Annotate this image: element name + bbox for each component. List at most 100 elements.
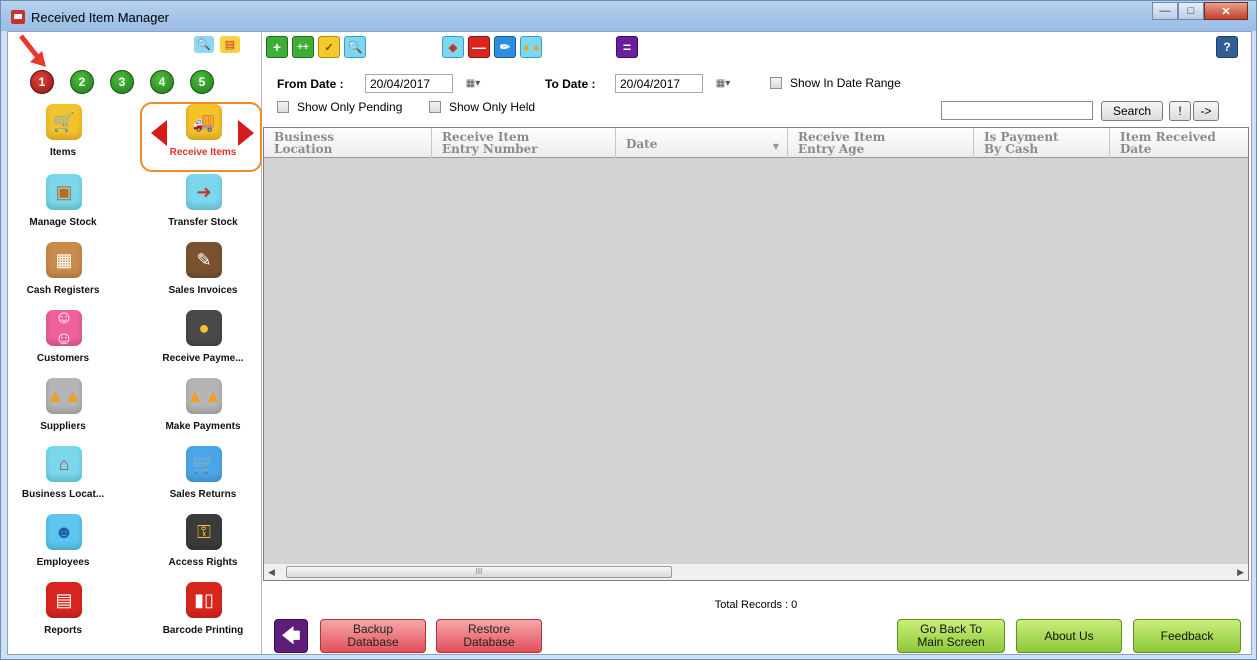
go-back-main-button[interactable]: Go Back To Main Screen [897, 619, 1005, 653]
search-input[interactable] [941, 101, 1093, 120]
minimize-button[interactable]: — [1152, 2, 1178, 20]
nav-make-payments[interactable]: ▲▲ Make Payments [148, 378, 258, 442]
nav-label: Items [49, 147, 77, 158]
nav-cash-registers[interactable]: ▦ Cash Registers [8, 242, 118, 306]
delete-icon[interactable]: — [468, 36, 490, 58]
nav-suppliers[interactable]: ▲▲ Suppliers [8, 378, 118, 442]
horizontal-scrollbar[interactable]: ◀ III ▶ [264, 563, 1248, 580]
page-5-button[interactable]: 5 [190, 70, 214, 94]
truck-icon: 🚚 [186, 104, 222, 140]
show-held-label: Show Only Held [449, 100, 536, 114]
eraser-icon[interactable]: ✏ [494, 36, 516, 58]
about-us-button[interactable]: About Us [1016, 619, 1122, 653]
exclamation-button[interactable]: ! [1169, 101, 1191, 121]
show-pending-checkbox[interactable] [277, 101, 289, 113]
col-business-location[interactable]: Business Location [264, 128, 432, 158]
scroll-left-icon[interactable]: ◀ [268, 567, 275, 578]
nav-label: Make Payments [165, 421, 241, 432]
scroll-right-icon[interactable]: ▶ [1237, 567, 1244, 578]
nav-access-rights[interactable]: ⚿ Access Rights [148, 514, 258, 578]
col-payment-by-cash[interactable]: Is Payment By Cash [974, 128, 1110, 158]
total-records: Total Records : 0 [714, 599, 798, 611]
shopping-cart-icon: 🛒 [46, 104, 82, 140]
nav-sales-returns[interactable]: 🛒 Sales Returns [148, 446, 258, 510]
feedback-button[interactable]: Feedback [1133, 619, 1241, 653]
records-grid[interactable]: Business Location Receive Item Entry Num… [263, 127, 1249, 581]
barcode-icon: ▮▯ [186, 582, 222, 618]
page-4-button[interactable]: 4 [150, 70, 174, 94]
page-1-button[interactable]: 1 [30, 70, 54, 94]
red-arrow-icon [19, 34, 46, 67]
nav-label: Business Locat... [21, 489, 105, 500]
transfer-stock-icon: ➜ [186, 174, 222, 210]
nav-items[interactable]: 🛒 Items [8, 104, 118, 168]
col-date-label: Date [626, 137, 658, 151]
restore-database-button[interactable]: Restore Database [436, 619, 542, 653]
help-icon[interactable]: ? [1216, 36, 1238, 58]
backup-database-button[interactable]: Backup Database [320, 619, 426, 653]
nav-label: Reports [44, 625, 82, 636]
nav-label: Barcode Printing [162, 625, 244, 636]
nav-label: Suppliers [40, 421, 86, 432]
nav-manage-stock[interactable]: ▣ Manage Stock [8, 174, 118, 238]
toolbar: + ++ ✓ 🔍 ◆ — ✏ ▲▲ = ? [266, 36, 1246, 60]
nav-barcode-printing[interactable]: ▮▯ Barcode Printing [148, 582, 258, 646]
equals-icon[interactable]: = [616, 36, 638, 58]
car-icon[interactable]: ◆ [442, 36, 464, 58]
nav-customers[interactable]: ☺☺ Customers [8, 307, 118, 374]
to-calendar-icon[interactable]: ▦▾ [709, 74, 737, 93]
shop-icon: ⌂ [46, 446, 82, 482]
edit-check-icon[interactable]: ✓ [318, 36, 340, 58]
options-row: Show Only Pending Show Only Held Search … [277, 98, 1247, 122]
nav-reports[interactable]: ▤ Reports [8, 582, 118, 646]
nav-transfer-stock[interactable]: ➜ Transfer Stock [148, 174, 258, 238]
lock-key-icon: ⚿ [186, 514, 222, 550]
page-3-button[interactable]: 3 [110, 70, 134, 94]
nav-label: Customers [36, 353, 90, 364]
show-in-date-range-checkbox[interactable] [770, 77, 782, 89]
show-held-checkbox[interactable] [429, 101, 441, 113]
back-button[interactable]: 🡄 [274, 619, 308, 653]
maximize-button[interactable]: □ [1178, 2, 1204, 20]
supplier-icon[interactable]: ▲▲ [520, 36, 542, 58]
from-date-input[interactable]: 20/04/2017 [365, 74, 453, 93]
from-calendar-icon[interactable]: ▦▾ [459, 74, 487, 93]
page-2-button[interactable]: 2 [70, 70, 94, 94]
col-entry-number[interactable]: Receive Item Entry Number [432, 128, 616, 158]
nav-label: Manage Stock [29, 217, 97, 228]
sidebar-search-icon[interactable]: 🔍 [194, 36, 214, 53]
factory-icon: ▲▲ [46, 378, 82, 414]
arrow-button[interactable]: -> [1193, 101, 1219, 121]
main-panel: + ++ ✓ 🔍 ◆ — ✏ ▲▲ = ? From Date : 20/04/… [263, 32, 1251, 654]
factory-payment-icon: ▲▲ [186, 378, 222, 414]
add-multiple-icon[interactable]: ++ [292, 36, 314, 58]
sidebar-list-icon[interactable]: ▤ [220, 36, 240, 53]
nav-label: Access Rights [168, 557, 238, 568]
date-filter-row: From Date : 20/04/2017 ▦▾ To Date : 20/0… [277, 74, 1237, 94]
nav-label: Sales Returns [169, 489, 237, 500]
nav-employees[interactable]: ☻ Employees [8, 514, 118, 578]
return-cart-icon: 🛒 [186, 446, 222, 482]
employee-icon: ☻ [46, 514, 82, 550]
col-entry-age[interactable]: Receive Item Entry Age [788, 128, 974, 158]
col-item-received-date[interactable]: Item Received Date [1110, 128, 1248, 158]
nav-sales-invoices[interactable]: ✎ Sales Invoices [148, 242, 258, 306]
col-date[interactable]: Date ▼ [616, 128, 788, 158]
show-pending-label: Show Only Pending [297, 100, 403, 114]
close-button[interactable]: ✕ [1204, 2, 1248, 20]
client-area: 🔍 ▤ 1 2 3 4 5 🛒 Items 🚚 Receive Items ▣ … [7, 31, 1252, 655]
hand-truck-icon: ▣ [46, 174, 82, 210]
nav-receive-items[interactable]: 🚚 Receive Items [148, 104, 258, 168]
nav-label: Receive Payme... [162, 353, 244, 364]
search-button[interactable]: Search [1101, 101, 1163, 121]
to-date-input[interactable]: 20/04/2017 [615, 74, 703, 93]
customers-icon: ☺☺ [46, 307, 82, 348]
window-title: Received Item Manager [31, 10, 170, 25]
cash-register-icon: ▦ [46, 242, 82, 278]
title-bar[interactable]: Received Item Manager — □ ✕ [1, 1, 1256, 31]
nav-receive-payments[interactable]: ● Receive Payme... [148, 310, 258, 374]
scroll-thumb[interactable]: III [286, 566, 672, 578]
nav-business-locations[interactable]: ⌂ Business Locat... [8, 446, 118, 510]
add-icon[interactable]: + [266, 36, 288, 58]
view-icon[interactable]: 🔍 [344, 36, 366, 58]
